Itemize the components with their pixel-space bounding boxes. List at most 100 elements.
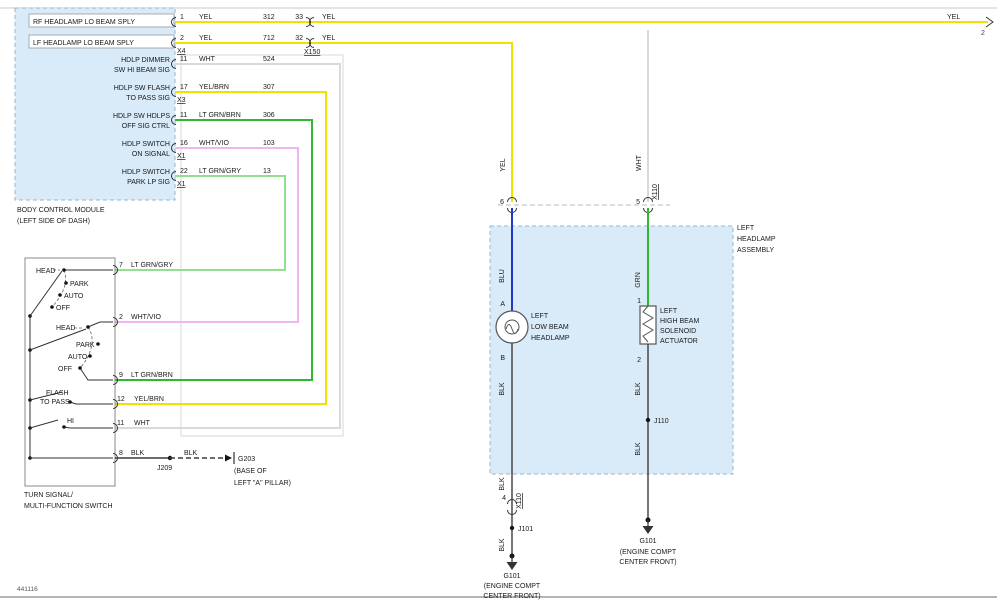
- g101-right-loc1: (ENGINE COMPT: [620, 549, 677, 556]
- solenoid-name2: HIGH BEAM: [660, 318, 699, 325]
- mfs-pos2-auto: AUTO: [68, 354, 88, 361]
- conn6-pin: 6: [500, 199, 504, 206]
- mfs-gnd-wire2-color: BLK: [184, 450, 198, 457]
- mfs-name1: TURN SIGNAL/: [24, 492, 73, 499]
- g203-label: G203: [238, 456, 255, 463]
- g101-left-ground-icon: [507, 562, 518, 570]
- solenoid-pin-1: 1: [637, 298, 641, 305]
- mfs-off1-dot: [50, 305, 54, 309]
- hla-name2: HEADLAMP: [737, 236, 776, 243]
- splice-j101-label: J101: [518, 526, 533, 533]
- g101-left-loc1: (ENGINE COMPT: [484, 583, 541, 590]
- mfs-hi-label: HI: [67, 418, 74, 425]
- mfs-hi-dot: [62, 425, 66, 429]
- mfs-head1-dot: [62, 268, 66, 272]
- mfs-pin8-color: BLK: [131, 450, 145, 457]
- bcm-row3-label2: SW HI BEAM SIG: [114, 67, 170, 74]
- mfs-pin9-color: LT GRN/BRN: [131, 372, 173, 379]
- bcm-x4: X4: [177, 48, 186, 55]
- lamp-pin-b: B: [500, 355, 505, 362]
- mfs-pin11: 11: [117, 420, 124, 427]
- solenoid-symbol: [640, 306, 656, 344]
- bcm-row4-label1: HDLP SW FLASH: [114, 85, 170, 92]
- bcm-pin1: 1: [180, 14, 184, 21]
- mfs-park1-dot: [64, 281, 68, 285]
- wire2-circuit: 712: [263, 35, 275, 42]
- mfs-pin12-color: YEL/BRN: [134, 396, 164, 403]
- mfs-flash-label1: FLASH: [46, 390, 69, 397]
- conn4-x110: X110: [516, 493, 523, 509]
- mfs-head2-line: [88, 322, 113, 327]
- wire1-circuit: 312: [263, 14, 275, 21]
- bcm-pin16: 16: [180, 140, 188, 147]
- wire3-color: WHT: [199, 56, 216, 63]
- mfs-pin8: 8: [119, 450, 123, 457]
- bcm-row6-label1: HDLP SWITCH: [122, 141, 170, 148]
- mfs-pos1-head: HEAD: [36, 268, 55, 275]
- lamp-pin-a: A: [500, 301, 505, 308]
- splice-j110-label: J110: [654, 418, 669, 425]
- lb-path-pin4: 4: [502, 495, 506, 502]
- mfs-auto1-dot: [58, 293, 62, 297]
- mfs-off2-line: [80, 368, 113, 380]
- mfs-pos2-head: HEAD: [56, 325, 75, 332]
- lamp-name3: HEADLAMP: [531, 335, 570, 342]
- wire7-color: LT GRN/GRY: [199, 168, 241, 175]
- conn33-color: YEL: [322, 14, 335, 21]
- bcm-x3: X3: [177, 97, 186, 104]
- mfs-hi-arm: [30, 420, 58, 428]
- wire6-circuit: 103: [263, 140, 275, 147]
- bcm-row5-label2: OFF SIG CTRL: [122, 123, 170, 130]
- mfs-pos1-auto: AUTO: [64, 293, 84, 300]
- mfs-pos2-off: OFF: [58, 366, 72, 373]
- mfs-pin2: 2: [119, 314, 123, 321]
- bcm-row7-label2: PARK LP SIG: [127, 179, 170, 186]
- lb-path-color2: BLK: [499, 538, 506, 552]
- bcm-x1a: X1: [177, 153, 186, 160]
- conn32-color: YEL: [322, 35, 335, 42]
- wire-blu-label: BLU: [499, 269, 506, 283]
- multifunction-switch: HEAD PARK AUTO OFF HEAD PARK AUTO OFF FL…: [24, 258, 291, 510]
- wire5-circuit: 306: [263, 112, 275, 119]
- bcm-row6-label2: ON SIGNAL: [132, 151, 170, 158]
- solenoid-name1: LEFT: [660, 308, 678, 315]
- g101-right-loc2: CENTER FRONT): [619, 559, 676, 566]
- g101-right-label: G101: [639, 538, 656, 545]
- solenoid-out-color: BLK: [635, 382, 642, 396]
- conn5-pin: 5: [636, 199, 640, 206]
- lamp-name2: LOW BEAM: [531, 324, 569, 331]
- mfs-pos2-park: PARK: [76, 342, 95, 349]
- mfs-hi-line: [64, 427, 113, 428]
- splice-j110-dot: [646, 418, 650, 422]
- wiring-diagram: BODY CONTROL MODULE (LEFT SIDE OF DASH) …: [0, 0, 997, 601]
- conn-x150: X150: [304, 49, 320, 56]
- g203-loc1: (BASE OF: [234, 468, 267, 475]
- hla-name1: LEFT: [737, 225, 755, 232]
- lamp-out-color: BLK: [499, 382, 506, 396]
- mfs-off2-dot: [78, 366, 82, 370]
- mfs-pos1-off: OFF: [56, 305, 70, 312]
- mfs-pin12: 12: [117, 396, 125, 403]
- splice-j209-label: J209: [157, 465, 172, 472]
- edge-wire-color: YEL: [947, 14, 960, 21]
- sheet-number: 441116: [17, 586, 38, 593]
- splice-j101-dot: [510, 526, 514, 530]
- wire3-circuit: 524: [263, 56, 275, 63]
- mfs-flash-line: [70, 402, 113, 404]
- bcm-pin2: 2: [180, 35, 184, 42]
- g203-loc2: LEFT "A" PILLAR): [234, 480, 291, 487]
- mfs-pin7: 7: [119, 262, 123, 269]
- bcm-row7-label1: HDLP SWITCH: [122, 169, 170, 176]
- bcm-title-loc: (LEFT SIDE OF DASH): [17, 218, 90, 225]
- bcm-pin17: 17: [180, 84, 188, 91]
- bcm-title: BODY CONTROL MODULE: [17, 207, 105, 214]
- g203-arrow-icon: [225, 455, 232, 462]
- solenoid-pin-2: 2: [637, 357, 641, 364]
- mfs-pin2-color: WHT/VIO: [131, 314, 161, 321]
- body-control-module: BODY CONTROL MODULE (LEFT SIDE OF DASH) …: [15, 8, 275, 225]
- wiring-diagram-page: BODY CONTROL MODULE (LEFT SIDE OF DASH) …: [0, 0, 997, 601]
- wire1-color: YEL: [199, 14, 212, 21]
- bcm-pin11b: 11: [180, 112, 187, 119]
- left-headlamp-assembly: LEFT HEADLAMP ASSEMBLY 6 BLU A LEFT LOW …: [483, 184, 775, 600]
- conn5-x110: X110: [652, 184, 659, 200]
